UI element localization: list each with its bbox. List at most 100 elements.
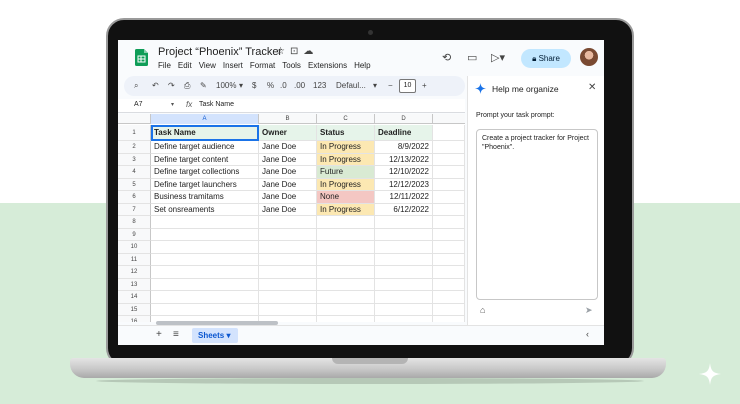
empty-cell[interactable]: [151, 291, 259, 304]
select-all-corner[interactable]: [118, 114, 151, 124]
empty-cell[interactable]: [433, 191, 465, 204]
empty-cell[interactable]: [433, 291, 465, 304]
empty-cell[interactable]: [317, 291, 375, 304]
empty-cell[interactable]: [375, 278, 433, 291]
empty-cell[interactable]: [317, 253, 375, 266]
print-icon[interactable]: ⎙: [184, 81, 190, 91]
row-header[interactable]: 13: [118, 278, 151, 291]
empty-cell[interactable]: [259, 291, 317, 304]
send-icon[interactable]: ➤: [585, 305, 593, 316]
cell-b5[interactable]: Jane Doe: [259, 178, 317, 191]
decrease-decimal-button[interactable]: .0: [280, 81, 287, 90]
zoom-select[interactable]: 100%: [216, 81, 236, 90]
menu-view[interactable]: View: [199, 61, 216, 70]
search-icon[interactable]: ⌕: [134, 81, 138, 91]
cell-a5[interactable]: Define target launchers: [151, 178, 259, 191]
increase-decimal-button[interactable]: .00: [294, 81, 305, 90]
empty-cell[interactable]: [433, 253, 465, 266]
empty-cell[interactable]: [433, 178, 465, 191]
row-header[interactable]: 12: [118, 266, 151, 279]
empty-cell[interactable]: [151, 228, 259, 241]
history-icon[interactable]: ⟲: [442, 51, 451, 64]
cell-d5[interactable]: 12/12/2023: [375, 178, 433, 191]
empty-cell[interactable]: [151, 266, 259, 279]
undo-icon[interactable]: ↶: [152, 81, 159, 90]
percent-format-button[interactable]: %: [267, 81, 274, 90]
empty-cell[interactable]: [375, 291, 433, 304]
cell-a2[interactable]: Define target audience: [151, 141, 259, 154]
empty-cell[interactable]: [433, 216, 465, 229]
redo-icon[interactable]: ↷: [168, 81, 175, 90]
empty-cell[interactable]: [375, 241, 433, 254]
header-cell-d[interactable]: Deadline: [375, 125, 433, 141]
cell-d7[interactable]: 6/12/2022: [375, 203, 433, 216]
currency-format-button[interactable]: $: [252, 81, 256, 90]
empty-cell[interactable]: [151, 241, 259, 254]
formula-input[interactable]: Task Name: [199, 101, 234, 108]
empty-cell[interactable]: [433, 303, 465, 316]
empty-cell[interactable]: [259, 228, 317, 241]
row-header[interactable]: 15: [118, 303, 151, 316]
font-size-input[interactable]: 10: [399, 79, 416, 93]
cell-b4[interactable]: Jane Doe: [259, 166, 317, 179]
empty-cell[interactable]: [317, 266, 375, 279]
row-header[interactable]: 5: [118, 178, 151, 191]
share-button[interactable]: 🔒︎ Share: [521, 49, 571, 68]
font-dropdown-icon[interactable]: ▾: [373, 81, 377, 90]
all-sheets-icon[interactable]: ≡: [173, 329, 179, 340]
menu-help[interactable]: Help: [354, 61, 370, 70]
empty-cell[interactable]: [433, 266, 465, 279]
empty-cell[interactable]: [433, 153, 465, 166]
cell-a3[interactable]: Define target content: [151, 153, 259, 166]
empty-cell[interactable]: [433, 278, 465, 291]
attach-icon[interactable]: ⌂: [480, 305, 485, 315]
column-header-b[interactable]: B: [259, 114, 317, 124]
number-format-button[interactable]: 123: [313, 81, 326, 90]
cell-a6[interactable]: Business tramitams: [151, 191, 259, 204]
menu-extensions[interactable]: Extensions: [308, 61, 347, 70]
font-select[interactable]: Defaul...: [336, 81, 366, 90]
row-header[interactable]: 1: [118, 125, 151, 141]
add-sheet-icon[interactable]: +: [156, 329, 162, 340]
sheets-logo-icon[interactable]: [135, 49, 148, 66]
zoom-dropdown-icon[interactable]: ▾: [239, 81, 243, 90]
row-header[interactable]: 3: [118, 153, 151, 166]
row-header[interactable]: 6: [118, 191, 151, 204]
empty-cell[interactable]: [259, 241, 317, 254]
empty-cell[interactable]: [433, 141, 465, 154]
cell-d2[interactable]: 8/9/2022: [375, 141, 433, 154]
empty-cell[interactable]: [151, 253, 259, 266]
empty-cell[interactable]: [259, 216, 317, 229]
row-header[interactable]: 14: [118, 291, 151, 304]
cloud-status-icon[interactable]: ☁: [303, 46, 313, 57]
empty-cell[interactable]: [433, 125, 465, 141]
empty-cell[interactable]: [151, 278, 259, 291]
column-header-a[interactable]: A: [151, 114, 259, 124]
row-header[interactable]: 7: [118, 203, 151, 216]
cell-b3[interactable]: Jane Doe: [259, 153, 317, 166]
empty-cell[interactable]: [433, 203, 465, 216]
cell-c7[interactable]: In Progress: [317, 203, 375, 216]
empty-cell[interactable]: [375, 228, 433, 241]
name-box-dropdown-icon[interactable]: ▾: [171, 101, 174, 108]
menu-tools[interactable]: Tools: [282, 61, 301, 70]
font-size-increase-button[interactable]: +: [422, 81, 427, 90]
empty-cell[interactable]: [259, 253, 317, 266]
row-header[interactable]: 10: [118, 241, 151, 254]
empty-cell[interactable]: [375, 253, 433, 266]
cell-b6[interactable]: Jane Doe: [259, 191, 317, 204]
comment-icon[interactable]: ▭: [467, 51, 477, 64]
star-icon[interactable]: ☆: [276, 46, 285, 57]
empty-cell[interactable]: [317, 228, 375, 241]
header-cell-b[interactable]: Owner: [259, 125, 317, 141]
name-box[interactable]: A7: [134, 101, 143, 108]
column-header-d[interactable]: D: [375, 114, 433, 124]
menu-edit[interactable]: Edit: [178, 61, 192, 70]
cell-c5[interactable]: In Progress: [317, 178, 375, 191]
empty-cell[interactable]: [375, 216, 433, 229]
empty-cell[interactable]: [259, 278, 317, 291]
cell-c3[interactable]: In Progress: [317, 153, 375, 166]
cell-d6[interactable]: 12/11/2022: [375, 191, 433, 204]
cell-b7[interactable]: Jane Doe: [259, 203, 317, 216]
empty-cell[interactable]: [433, 241, 465, 254]
